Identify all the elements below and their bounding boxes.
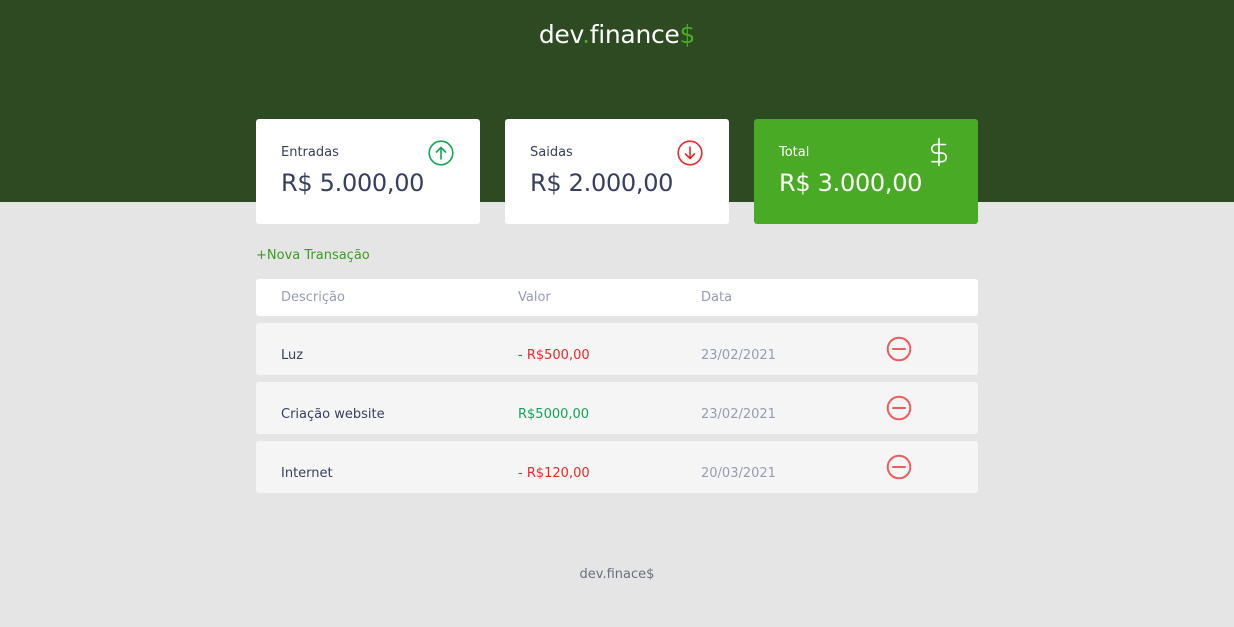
transaction-date: 23/02/2021 bbox=[701, 407, 776, 422]
income-card: Entradas R$ 5.000,00 bbox=[256, 119, 480, 224]
table-row: Internet - R$120,00 20/03/2021 bbox=[256, 441, 978, 493]
transaction-description: Criação website bbox=[281, 407, 385, 422]
footer-text: dev.finace$ bbox=[579, 567, 655, 582]
income-card-label: Entradas bbox=[281, 145, 339, 160]
table-row: Luz - R$500,00 23/02/2021 bbox=[256, 323, 978, 375]
arrow-up-circle-icon bbox=[428, 140, 454, 166]
logo: dev.finance$ bbox=[0, 20, 1234, 49]
total-card: Total R$ 3.000,00 bbox=[754, 119, 978, 224]
transactions-table-header: Descrição Valor Data bbox=[256, 279, 978, 316]
column-header-description: Descrição bbox=[281, 290, 345, 305]
logo-dot: . bbox=[582, 20, 590, 49]
total-card-value: R$ 3.000,00 bbox=[779, 169, 923, 197]
expense-card: Saidas R$ 2.000,00 bbox=[505, 119, 729, 224]
logo-dollar: $ bbox=[679, 20, 696, 49]
table-row: Criação website R$5000,00 23/02/2021 bbox=[256, 382, 978, 434]
total-card-label: Total bbox=[779, 145, 810, 160]
remove-transaction-icon[interactable] bbox=[886, 395, 912, 421]
transaction-amount: - R$120,00 bbox=[518, 466, 590, 481]
arrow-down-circle-icon bbox=[677, 140, 703, 166]
remove-transaction-icon[interactable] bbox=[886, 336, 912, 362]
transaction-amount: R$5000,00 bbox=[518, 407, 590, 422]
income-card-value: R$ 5.000,00 bbox=[281, 169, 425, 197]
new-transaction-button[interactable]: +Nova Transação bbox=[256, 248, 370, 263]
transaction-date: 20/03/2021 bbox=[701, 466, 776, 481]
transaction-amount: - R$500,00 bbox=[518, 348, 590, 363]
logo-rest: finance bbox=[589, 20, 680, 49]
expense-card-value: R$ 2.000,00 bbox=[530, 169, 674, 197]
logo-main: dev bbox=[538, 20, 583, 49]
dollar-sign-icon bbox=[930, 137, 948, 167]
transaction-description: Internet bbox=[281, 466, 333, 481]
transaction-date: 23/02/2021 bbox=[701, 348, 776, 363]
transaction-description: Luz bbox=[281, 348, 304, 363]
column-header-date: Data bbox=[701, 290, 733, 305]
remove-transaction-icon[interactable] bbox=[886, 454, 912, 480]
column-header-amount: Valor bbox=[518, 290, 551, 305]
expense-card-label: Saidas bbox=[530, 145, 573, 160]
